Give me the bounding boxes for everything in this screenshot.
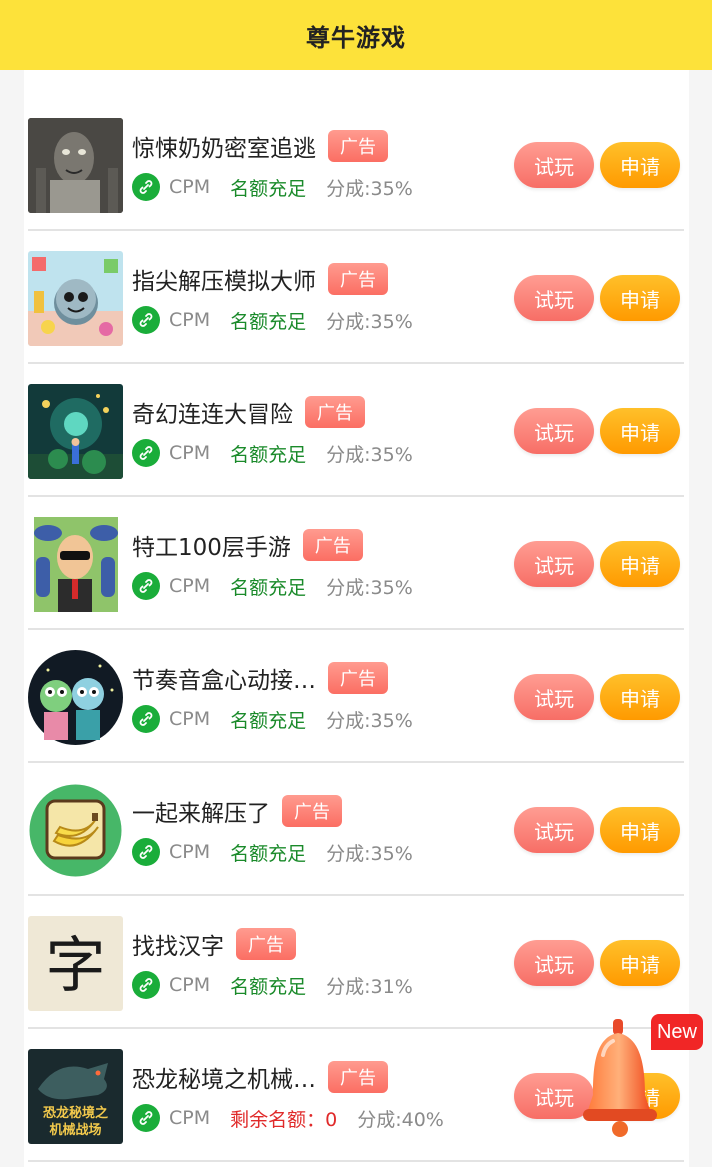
- apply-button[interactable]: 申请: [600, 807, 680, 853]
- game-name: 特工100层手游: [132, 535, 291, 561]
- game-name: 指尖解压模拟大师: [132, 269, 316, 295]
- try-button[interactable]: 试玩: [514, 541, 594, 587]
- link-icon: [132, 572, 160, 600]
- game-name: 恐龙秘境之机械…: [132, 1067, 316, 1093]
- game-row[interactable]: 惊悚奶奶密室追逃 广告 CPM 名额充足 分成:35% 试玩 申请: [28, 98, 684, 231]
- game-row[interactable]: 一起来解压了 广告 CPM 名额充足 分成:35% 试玩 申请: [28, 763, 684, 896]
- ad-badge: 广告: [328, 130, 388, 162]
- cpm-label: CPM: [169, 974, 211, 996]
- cpm-label: CPM: [169, 1107, 211, 1129]
- revenue-share: 分成:35%: [326, 842, 413, 865]
- ad-badge: 广告: [328, 662, 388, 694]
- link-icon: [132, 838, 160, 866]
- game-thumbnail[interactable]: 字: [28, 916, 123, 1011]
- apply-button[interactable]: 申请: [600, 275, 680, 321]
- ad-badge: 广告: [236, 928, 296, 960]
- revenue-share: 分成:40%: [357, 1108, 444, 1131]
- quota-status: 剩余名额：0: [230, 1108, 338, 1131]
- try-button[interactable]: 试玩: [514, 674, 594, 720]
- revenue-share: 分成:35%: [326, 177, 413, 200]
- revenue-share: 分成:31%: [326, 975, 413, 998]
- game-thumbnail[interactable]: [28, 517, 123, 612]
- cpm-label: CPM: [169, 708, 211, 730]
- game-thumbnail[interactable]: [28, 384, 123, 479]
- game-thumbnail[interactable]: [28, 251, 123, 346]
- apply-button[interactable]: 申请: [600, 940, 680, 986]
- revenue-share: 分成:35%: [326, 576, 413, 599]
- page-title: 尊牛游戏: [306, 23, 406, 52]
- ad-badge: 广告: [328, 1061, 388, 1093]
- game-list: 惊悚奶奶密室追逃 广告 CPM 名额充足 分成:35% 试玩 申请 指尖解压模拟…: [28, 98, 684, 1162]
- new-badge: New: [651, 1014, 703, 1050]
- quota-status: 名额充足: [230, 310, 307, 333]
- game-name: 一起来解压了: [132, 801, 270, 827]
- ad-badge: 广告: [305, 396, 365, 428]
- try-button[interactable]: 试玩: [514, 275, 594, 321]
- link-icon: [132, 705, 160, 733]
- link-icon: [132, 173, 160, 201]
- quota-status: 名额充足: [230, 709, 307, 732]
- link-icon: [132, 306, 160, 334]
- game-thumbnail[interactable]: [28, 783, 123, 878]
- link-icon: [132, 971, 160, 999]
- quota-status: 名额充足: [230, 177, 307, 200]
- try-button[interactable]: 试玩: [514, 142, 594, 188]
- thumbnail-title-line-2: 机械战场: [49, 1122, 101, 1138]
- ad-badge: 广告: [328, 263, 388, 295]
- link-icon: [132, 439, 160, 467]
- game-name: 奇幻连连大冒险: [132, 402, 293, 428]
- game-name: 节奏音盒心动接…: [132, 668, 316, 694]
- app-header: 尊牛游戏: [0, 0, 712, 70]
- quota-status: 名额充足: [230, 576, 307, 599]
- quota-status: 名额充足: [230, 975, 307, 998]
- try-button[interactable]: 试玩: [514, 408, 594, 454]
- apply-button[interactable]: 申请: [600, 541, 680, 587]
- ad-badge: 广告: [302, 529, 363, 561]
- thumbnail-title-line-1: 恐龙秘境之: [43, 1105, 108, 1121]
- game-row[interactable]: 节奏音盒心动接… 广告 CPM 名额充足 分成:35% 试玩 申请: [28, 630, 684, 763]
- apply-button[interactable]: 申请: [600, 142, 680, 188]
- game-thumbnail[interactable]: [28, 650, 123, 745]
- try-button[interactable]: 试玩: [514, 1073, 594, 1119]
- try-button[interactable]: 试玩: [514, 940, 594, 986]
- cpm-label: CPM: [169, 575, 211, 597]
- revenue-share: 分成:35%: [326, 443, 413, 466]
- game-thumbnail[interactable]: 恐龙秘境之 机械战场: [28, 1049, 123, 1144]
- game-row[interactable]: 指尖解压模拟大师 广告 CPM 名额充足 分成:35% 试玩 申请: [28, 231, 684, 364]
- game-row[interactable]: 字 找找汉字 广告 CPM 名额充足 分成:31% 试玩 申请: [28, 896, 684, 1029]
- quota-status: 名额充足: [230, 842, 307, 865]
- revenue-share: 分成:35%: [326, 709, 413, 732]
- cpm-label: CPM: [169, 841, 211, 863]
- cpm-label: CPM: [169, 176, 211, 198]
- game-row[interactable]: 特工100层手游 广告 CPM 名额充足 分成:35% 试玩 申请: [28, 497, 684, 630]
- game-name: 找找汉字: [132, 934, 224, 960]
- ad-badge: 广告: [282, 795, 342, 827]
- thumbnail-character: 字: [46, 931, 106, 1001]
- apply-button[interactable]: 申请: [600, 674, 680, 720]
- cpm-label: CPM: [169, 442, 211, 464]
- revenue-share: 分成:35%: [326, 310, 413, 333]
- quota-status: 名额充足: [230, 443, 307, 466]
- cpm-label: CPM: [169, 309, 211, 331]
- link-icon: [132, 1104, 160, 1132]
- apply-button[interactable]: 申请: [600, 408, 680, 454]
- try-button[interactable]: 试玩: [514, 807, 594, 853]
- game-name: 惊悚奶奶密室追逃: [132, 136, 316, 162]
- game-row[interactable]: 奇幻连连大冒险 广告 CPM 名额充足 分成:35% 试玩 申请: [28, 364, 684, 497]
- game-thumbnail[interactable]: [28, 118, 123, 213]
